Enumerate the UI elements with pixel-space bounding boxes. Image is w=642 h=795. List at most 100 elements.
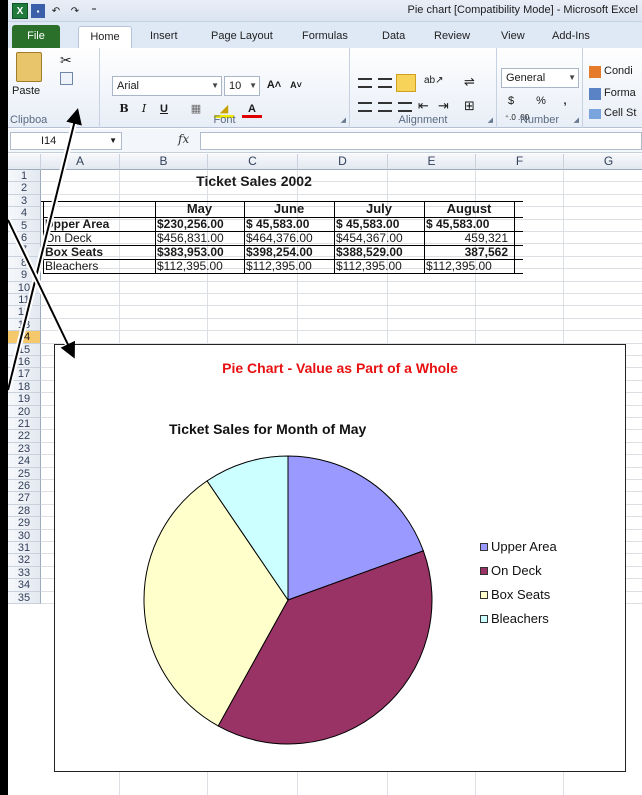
merge-center-icon[interactable]: ⊞ (464, 98, 475, 114)
align-right-icon[interactable] (398, 102, 412, 112)
row-header[interactable]: 5 (8, 219, 41, 232)
row-header[interactable]: 8 (8, 256, 41, 270)
row-header[interactable]: 20 (8, 405, 41, 418)
table-cell[interactable]: $388,529.00 (336, 245, 418, 259)
name-box[interactable]: I14 ▼ (10, 132, 122, 150)
row-header[interactable]: 35 (8, 591, 41, 604)
shrink-font-button[interactable]: A˅ (286, 76, 306, 94)
cut-icon[interactable]: ✂ (60, 52, 72, 69)
legend-item[interactable]: Upper Area (480, 539, 557, 554)
launcher-icon[interactable]: ◢ (341, 116, 346, 124)
row-header[interactable]: 19 (8, 393, 41, 406)
table-header-cell[interactable]: May (157, 202, 242, 216)
column-header[interactable]: D (298, 154, 388, 170)
legend-item[interactable]: Bleachers (480, 611, 549, 626)
legend-item[interactable]: Box Seats (480, 587, 550, 602)
table-cell[interactable]: $ 45,583.00 (336, 217, 418, 231)
align-bottom-icon[interactable] (396, 74, 416, 92)
tab-data[interactable]: Data (382, 26, 405, 48)
table-header-cell[interactable]: June (246, 202, 332, 216)
align-left-icon[interactable] (358, 102, 372, 112)
table-header-cell[interactable]: August (426, 202, 512, 216)
row-label-cell[interactable]: Bleachers (45, 259, 153, 273)
tab-file[interactable]: File (12, 25, 60, 48)
column-header[interactable]: E (388, 154, 476, 170)
tab-insert[interactable]: Insert (150, 26, 178, 48)
row-header[interactable]: 32 (8, 554, 41, 567)
tab-page-layout[interactable]: Page Layout (211, 26, 273, 48)
tab-review[interactable]: Review (434, 26, 470, 48)
column-header[interactable]: B (120, 154, 208, 170)
table-cell[interactable]: $112,395.00 (426, 259, 508, 273)
table-cell[interactable]: $ 45,583.00 (246, 217, 328, 231)
tab-formulas[interactable]: Formulas (302, 26, 348, 48)
row-header[interactable]: 11 (8, 294, 41, 307)
row-header[interactable]: 4 (8, 207, 41, 220)
row-header[interactable]: 27 (8, 492, 41, 505)
tab-view[interactable]: View (501, 26, 525, 48)
table-cell[interactable]: $398,254.00 (246, 245, 328, 259)
table-cell[interactable]: $464,376.00 (246, 231, 328, 245)
row-label-cell[interactable]: Box Seats (45, 245, 153, 259)
table-cell[interactable]: 459,321 (426, 231, 508, 245)
table-cell[interactable]: $112,395.00 (157, 259, 238, 273)
wrap-text-icon[interactable]: ⇌ (464, 74, 475, 90)
fx-icon[interactable]: fx (178, 132, 189, 146)
row-header[interactable]: 30 (8, 529, 41, 542)
align-top-icon[interactable] (358, 78, 372, 88)
column-header[interactable]: C (208, 154, 298, 170)
row-header[interactable]: 16 (8, 356, 41, 369)
table-header-cell[interactable]: July (336, 202, 422, 216)
tab-addins[interactable]: Add-Ins (552, 26, 590, 48)
column-header[interactable]: G (564, 154, 642, 170)
formula-input[interactable] (200, 132, 642, 150)
decrease-indent-icon[interactable]: ⇤ (418, 98, 429, 114)
cell-styles-button[interactable]: Cell St (604, 107, 636, 119)
row-header[interactable]: 12 (8, 306, 41, 319)
row-header[interactable]: 29 (8, 517, 41, 530)
save-icon[interactable]: ▪ (31, 4, 45, 18)
number-format-combo[interactable]: General ▼ (501, 68, 579, 88)
increase-indent-icon[interactable]: ⇥ (438, 98, 449, 114)
table-cell[interactable]: 387,562 (426, 245, 508, 259)
table-cell[interactable]: $112,395.00 (246, 259, 328, 273)
align-middle-icon[interactable] (378, 78, 392, 88)
row-header[interactable]: 3 (8, 194, 41, 208)
row-header[interactable]: 34 (8, 579, 41, 592)
table-cell[interactable]: $383,953.00 (157, 245, 238, 259)
legend-item[interactable]: On Deck (480, 563, 542, 578)
table-cell[interactable]: $456,831.00 (157, 231, 238, 245)
row-header[interactable]: 24 (8, 455, 41, 468)
row-header[interactable]: 26 (8, 480, 41, 493)
table-cell[interactable]: $ 45,583.00 (426, 217, 508, 231)
tab-home[interactable]: Home (78, 26, 132, 48)
row-header[interactable]: 10 (8, 281, 41, 294)
row-header[interactable]: 31 (8, 542, 41, 555)
align-center-icon[interactable] (378, 102, 392, 112)
select-all-corner[interactable] (8, 154, 41, 170)
font-size-combo[interactable]: 10 ▼ (224, 76, 260, 96)
row-label-cell[interactable]: Upper Area (45, 217, 153, 231)
row-header[interactable]: 15 (8, 343, 41, 356)
undo-icon[interactable]: ↶ (48, 3, 64, 19)
row-header[interactable]: 23 (8, 442, 41, 456)
row-header[interactable]: 25 (8, 467, 41, 480)
column-header[interactable]: F (476, 154, 564, 170)
row-header[interactable]: 1 (8, 170, 41, 183)
column-header[interactable]: A (41, 154, 120, 170)
row-header[interactable]: 9 (8, 269, 41, 282)
launcher-icon[interactable]: ◢ (488, 116, 493, 124)
redo-icon[interactable]: ↷ (67, 3, 83, 19)
paste-icon[interactable] (16, 52, 42, 82)
copy-icon[interactable] (60, 72, 73, 85)
row-header[interactable]: 2 (8, 182, 41, 195)
customize-qat-icon[interactable]: ⁼ (86, 3, 102, 19)
paste-button[interactable]: Paste (12, 85, 40, 97)
font-name-combo[interactable]: Arial ▼ (112, 76, 222, 96)
table-cell[interactable]: $230,256.00 (157, 217, 238, 231)
row-header[interactable]: 18 (8, 380, 41, 394)
grow-font-button[interactable]: A˄ (264, 76, 284, 94)
chart-area[interactable]: Pie Chart - Value as Part of a Whole Tic… (54, 344, 626, 772)
row-header[interactable]: 13 (8, 318, 41, 332)
table-cell[interactable]: $454,367.00 (336, 231, 418, 245)
